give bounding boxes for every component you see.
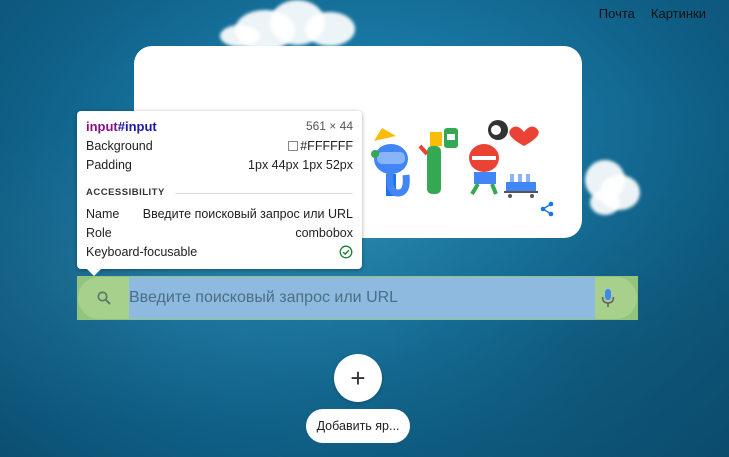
color-swatch-icon — [288, 141, 299, 151]
padding-row: Padding 1px 44px 1px 52px — [86, 157, 353, 173]
background-label: Background — [86, 139, 153, 153]
background-row: Background #FFFFFF — [86, 138, 353, 154]
padding-value: 1px 44px 1px 52px — [248, 158, 353, 172]
inspector-header: input#input 561 × 44 — [86, 118, 353, 134]
name-label: Name — [86, 207, 120, 221]
role-value: combobox — [295, 226, 353, 240]
plus-icon: + — [350, 363, 366, 393]
role-row: Role combobox — [86, 225, 353, 241]
share-icon[interactable] — [539, 201, 555, 217]
name-value: Введите поисковый запрос или URL — [142, 207, 353, 221]
padding-label: Padding — [86, 158, 132, 172]
mail-link[interactable]: Почта — [599, 7, 635, 21]
section-divider — [175, 193, 353, 194]
search-input[interactable] — [129, 277, 595, 319]
keyboard-row: Keyboard-focusable — [86, 244, 353, 260]
name-row: Name Введите поисковый запрос или URL — [86, 206, 353, 222]
keyboard-label: Keyboard-focusable — [86, 245, 198, 259]
search-icon — [97, 291, 111, 305]
element-selector: input#input — [86, 118, 157, 134]
images-link[interactable]: Картинки — [651, 7, 706, 21]
background-value: #FFFFFF — [288, 139, 353, 153]
accessibility-title: ACCESSIBILITY — [86, 187, 165, 198]
add-shortcut-button[interactable]: + — [334, 354, 382, 402]
tooltip-caret — [87, 269, 101, 276]
check-icon — [339, 245, 353, 259]
add-shortcut-label[interactable]: Добавить яр... — [306, 409, 410, 443]
inspector-tooltip: input#input 561 × 44 Background #FFFFFF … — [77, 111, 362, 276]
top-links: Почта Картинки — [599, 7, 706, 21]
element-dimensions: 561 × 44 — [305, 119, 353, 133]
role-label: Role — [86, 226, 112, 240]
mic-icon[interactable] — [601, 288, 615, 308]
